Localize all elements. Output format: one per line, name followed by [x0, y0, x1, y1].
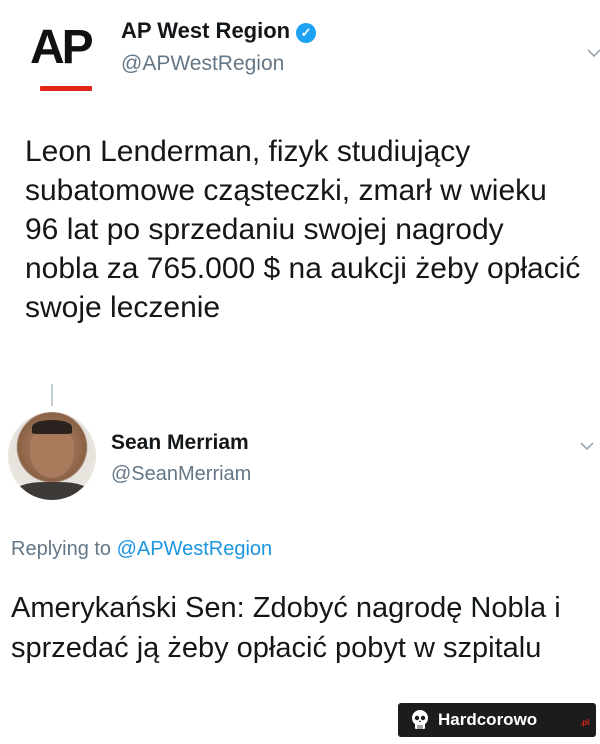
chevron-down-icon[interactable]	[585, 44, 600, 62]
replying-mention-link[interactable]: @APWestRegion	[117, 538, 273, 560]
chevron-down-icon[interactable]	[578, 437, 596, 455]
watermark-text: Hardcorowo	[438, 710, 538, 729]
author-handle[interactable]: @APWestRegion	[121, 52, 284, 76]
ap-logo-bar	[40, 86, 92, 91]
replying-to: Replying to @APWestRegion	[11, 538, 272, 561]
reply-author-handle[interactable]: @SeanMerriam	[111, 463, 251, 486]
watermark-tld: .pl	[580, 718, 590, 727]
thread-line	[51, 384, 53, 406]
skull-icon	[408, 708, 432, 732]
tweet-text: Leon Lenderman, fizyk studiujący subatom…	[25, 135, 581, 324]
author-name[interactable]: AP West Region ✓	[121, 18, 317, 44]
tweet-header: AP AP West Region ✓ @APWestRegion	[30, 14, 600, 94]
ap-logo[interactable]: AP	[30, 22, 106, 102]
avatar-shirt	[12, 482, 92, 500]
ap-logo-text: AP	[30, 21, 94, 74]
avatar[interactable]	[8, 412, 96, 500]
avatar-hair	[32, 420, 72, 434]
author-name-text: AP West Region	[121, 18, 291, 43]
watermark: Hardcorowo .pl	[398, 703, 596, 737]
replying-prefix: Replying to	[11, 538, 112, 560]
verified-icon: ✓	[296, 23, 317, 43]
reply-author-name[interactable]: Sean Merriam	[111, 431, 249, 455]
reply-text: Amerykański Sen: Zdobyć nagrodę Nobla i …	[11, 592, 561, 664]
